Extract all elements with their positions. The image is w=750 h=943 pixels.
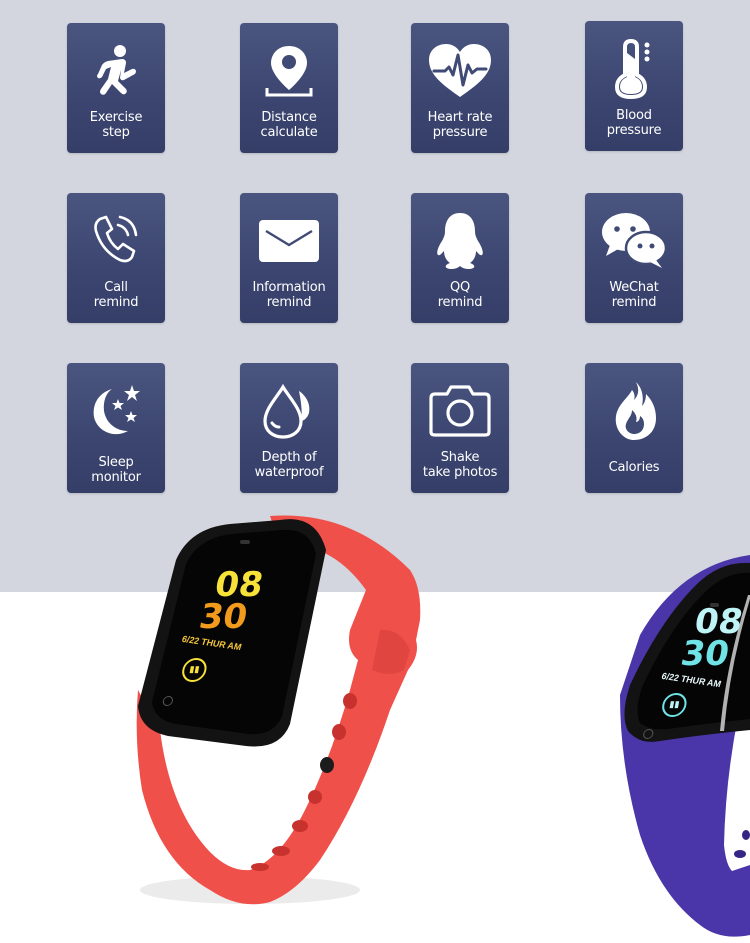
feature-label: QQ remind xyxy=(437,280,483,310)
feature-tile-sleep-monitor: Sleep monitor xyxy=(67,363,165,493)
feature-tile-blood-pressure: Blood pressure xyxy=(585,21,683,151)
feature-tile-depth-waterproof: Depth of waterproof xyxy=(240,363,338,493)
feature-tile-call-remind: Call remind xyxy=(67,193,165,323)
feature-tile-wechat-remind: WeChat remind xyxy=(585,193,683,323)
steps-ring-icon: ▮▮ xyxy=(660,693,689,717)
feature-label: Distance calculate xyxy=(260,110,318,140)
feature-tile-exercise-step: Exercise step xyxy=(67,23,165,153)
location-pin-icon xyxy=(240,37,338,105)
qq-penguin-icon xyxy=(411,207,509,275)
envelope-icon xyxy=(240,207,338,275)
camera-icon xyxy=(411,377,509,445)
purple-fitness-band: 08 30 6/22 THUR AM ▮▮ xyxy=(600,555,750,943)
wechat-icon xyxy=(585,207,683,275)
phone-ringing-icon xyxy=(67,207,165,275)
heart-pulse-icon xyxy=(411,37,509,105)
feature-tile-calories: Calories xyxy=(585,363,683,493)
steps-ring-icon: ▮▮ xyxy=(180,658,209,682)
feature-label: Shake take photos xyxy=(422,450,498,480)
water-drop-icon xyxy=(240,377,338,445)
feature-label: Call remind xyxy=(93,280,139,310)
feature-label: Blood pressure xyxy=(606,108,662,138)
feature-label: Calories xyxy=(608,460,660,475)
watch-minute: 30 xyxy=(196,597,251,637)
feature-label: Sleep monitor xyxy=(91,455,141,485)
red-fitness-band: 08 30 6/22 THUR AM ▮▮ xyxy=(120,510,440,930)
home-button xyxy=(162,696,174,706)
running-person-icon xyxy=(67,37,165,105)
feature-label: WeChat remind xyxy=(609,280,659,310)
thermometer-icon xyxy=(585,35,683,103)
feature-tile-distance-calculate: Distance calculate xyxy=(240,23,338,153)
feature-tile-qq-remind: QQ remind xyxy=(411,193,509,323)
moon-stars-icon xyxy=(67,377,165,445)
feature-label: Information remind xyxy=(252,280,326,310)
flame-icon xyxy=(585,377,683,445)
home-button xyxy=(642,729,655,739)
feature-tile-information-remind: Information remind xyxy=(240,193,338,323)
feature-tile-shake-photos: Shake take photos xyxy=(411,363,509,493)
feature-label: Exercise step xyxy=(89,110,143,140)
feature-label: Depth of waterproof xyxy=(254,450,324,480)
watch-minute: 30 xyxy=(677,634,733,674)
feature-label: Heart rate pressure xyxy=(427,110,493,140)
feature-tile-heart-rate: Heart rate pressure xyxy=(411,23,509,153)
